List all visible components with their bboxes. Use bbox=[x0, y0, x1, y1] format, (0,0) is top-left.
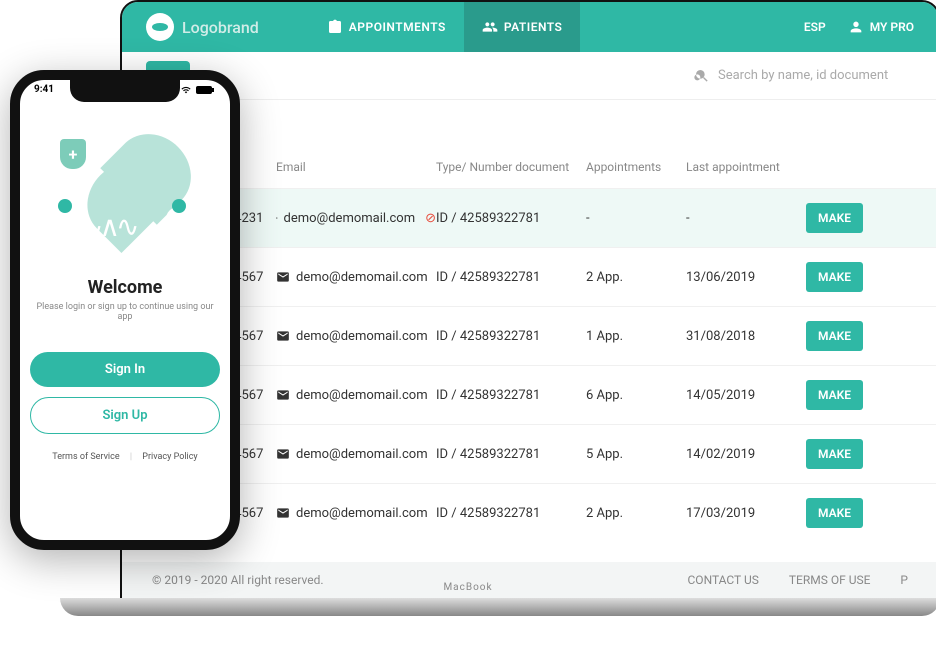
person-icon bbox=[848, 19, 864, 35]
phone-notch bbox=[70, 80, 180, 102]
doc-cell: ID / 42589322781 bbox=[436, 211, 586, 226]
make-appointment-button[interactable]: MAKE bbox=[806, 203, 863, 233]
laptop-base bbox=[60, 598, 936, 616]
shield-icon: + bbox=[60, 139, 86, 169]
phone-frame: 9:41 + ∿∧∿ Welcome Please login or sign … bbox=[10, 70, 240, 550]
app-cell: 2 App. bbox=[586, 270, 686, 285]
app-cell: 2 App. bbox=[586, 506, 686, 521]
footer: © 2019 - 2020 All right reserved. CONTAC… bbox=[122, 562, 936, 598]
last-cell: 14/02/2019 bbox=[686, 447, 806, 462]
email-cell: demo@demomail.com bbox=[276, 270, 436, 285]
email-icon bbox=[276, 270, 290, 284]
doc-cell: ID / 42589322781 bbox=[436, 388, 586, 403]
email-icon bbox=[276, 388, 290, 402]
battery-icon bbox=[196, 85, 216, 95]
search-icon bbox=[694, 68, 710, 84]
search-input[interactable]: Search by name, id document bbox=[694, 68, 914, 84]
col-doc: Type/ Number document bbox=[436, 160, 586, 174]
email-cell: demo@demomail.com⊘ bbox=[276, 211, 436, 226]
email-icon bbox=[276, 447, 290, 461]
app-header: Logobrand APPOINTMENTS PATIENTS ESP MY P… bbox=[122, 2, 936, 52]
patients-table: Phone Email Type/ Number document Appoin… bbox=[122, 146, 936, 542]
welcome-illustration: + ∿∧∿ bbox=[40, 135, 210, 265]
app-cell: 6 App. bbox=[586, 388, 686, 403]
app-cell: 5 App. bbox=[586, 447, 686, 462]
doc-cell: ID / 42589322781 bbox=[436, 506, 586, 521]
last-cell: 13/06/2019 bbox=[686, 270, 806, 285]
email-cell: demo@demomail.com bbox=[276, 329, 436, 344]
phone-footer-links: Terms of Service | Privacy Policy bbox=[20, 452, 230, 462]
table-row[interactable]: +1 809 123 4567demo@demomail.comID / 425… bbox=[122, 306, 936, 365]
email-icon bbox=[276, 506, 290, 520]
table-header: Phone Email Type/ Number document Appoin… bbox=[122, 146, 936, 188]
nav-label: APPOINTMENTS bbox=[349, 20, 446, 34]
doc-cell: ID / 42589322781 bbox=[436, 270, 586, 285]
copyright: © 2019 - 2020 All right reserved. bbox=[152, 573, 324, 587]
col-email: Email bbox=[276, 160, 436, 174]
nav-patients[interactable]: PATIENTS bbox=[464, 2, 581, 52]
footer-privacy[interactable]: P bbox=[900, 573, 908, 587]
ekg-line-icon: ∿∧∿ bbox=[80, 210, 170, 243]
welcome-title: Welcome bbox=[20, 277, 230, 298]
tos-link[interactable]: Terms of Service bbox=[52, 452, 119, 462]
wifi-icon bbox=[179, 85, 193, 95]
search-placeholder: Search by name, id document bbox=[718, 68, 888, 83]
app-cell: 1 App. bbox=[586, 329, 686, 344]
language-toggle[interactable]: ESP bbox=[804, 20, 826, 34]
table-row[interactable]: +1 809 123 4567demo@demomail.comID / 425… bbox=[122, 483, 936, 542]
people-icon bbox=[482, 19, 498, 35]
col-last: Last appointment bbox=[686, 160, 806, 174]
last-cell: 17/03/2019 bbox=[686, 506, 806, 521]
clipboard-icon bbox=[327, 19, 343, 35]
doc-cell: ID / 42589322781 bbox=[436, 447, 586, 462]
col-app: Appointments bbox=[586, 160, 686, 174]
warning-icon: ⊘ bbox=[425, 211, 436, 226]
tab-bar: ALL PATIENTS bbox=[122, 100, 936, 146]
email-icon bbox=[276, 211, 278, 225]
make-appointment-button[interactable]: MAKE bbox=[806, 321, 863, 351]
table-row[interactable]: +1 809 123 4567demo@demomail.comID / 425… bbox=[122, 365, 936, 424]
doctor-figure-icon bbox=[166, 207, 192, 265]
toolbar: NT Search by name, id document bbox=[122, 52, 936, 100]
doctor-figure-icon bbox=[52, 207, 78, 265]
doc-cell: ID / 42589322781 bbox=[436, 329, 586, 344]
make-appointment-button[interactable]: MAKE bbox=[806, 498, 863, 528]
profile-menu[interactable]: MY PRO bbox=[848, 19, 914, 35]
email-icon bbox=[276, 329, 290, 343]
make-appointment-button[interactable]: MAKE bbox=[806, 439, 863, 469]
signin-button[interactable]: Sign In bbox=[30, 352, 220, 387]
email-cell: demo@demomail.com bbox=[276, 447, 436, 462]
email-cell: demo@demomail.com bbox=[276, 388, 436, 403]
footer-terms[interactable]: TERMS OF USE bbox=[789, 573, 871, 587]
table-row[interactable]: +1 809 123 4231demo@demomail.com⊘ID / 42… bbox=[122, 188, 936, 247]
signup-button[interactable]: Sign Up bbox=[30, 397, 220, 434]
status-time: 9:41 bbox=[34, 84, 54, 95]
logo-icon bbox=[146, 13, 174, 41]
nav-label: PATIENTS bbox=[504, 20, 563, 34]
footer-contact[interactable]: CONTACT US bbox=[688, 573, 759, 587]
brand-name: Logobrand bbox=[182, 18, 259, 37]
make-appointment-button[interactable]: MAKE bbox=[806, 380, 863, 410]
last-cell: 14/05/2019 bbox=[686, 388, 806, 403]
table-row[interactable]: +1 809 123 4567demo@demomail.comID / 425… bbox=[122, 424, 936, 483]
make-appointment-button[interactable]: MAKE bbox=[806, 262, 863, 292]
table-row[interactable]: +1 809 123 4567demo@demomail.comID / 425… bbox=[122, 247, 936, 306]
device-label: MacBook bbox=[443, 582, 492, 593]
privacy-link[interactable]: Privacy Policy bbox=[142, 452, 197, 462]
app-cell: - bbox=[586, 211, 686, 226]
welcome-subtitle: Please login or sign up to continue usin… bbox=[32, 302, 218, 322]
laptop-frame: Logobrand APPOINTMENTS PATIENTS ESP MY P… bbox=[120, 0, 936, 600]
last-cell: - bbox=[686, 211, 806, 226]
nav-appointments[interactable]: APPOINTMENTS bbox=[309, 2, 464, 52]
email-cell: demo@demomail.com bbox=[276, 506, 436, 521]
last-cell: 31/08/2018 bbox=[686, 329, 806, 344]
